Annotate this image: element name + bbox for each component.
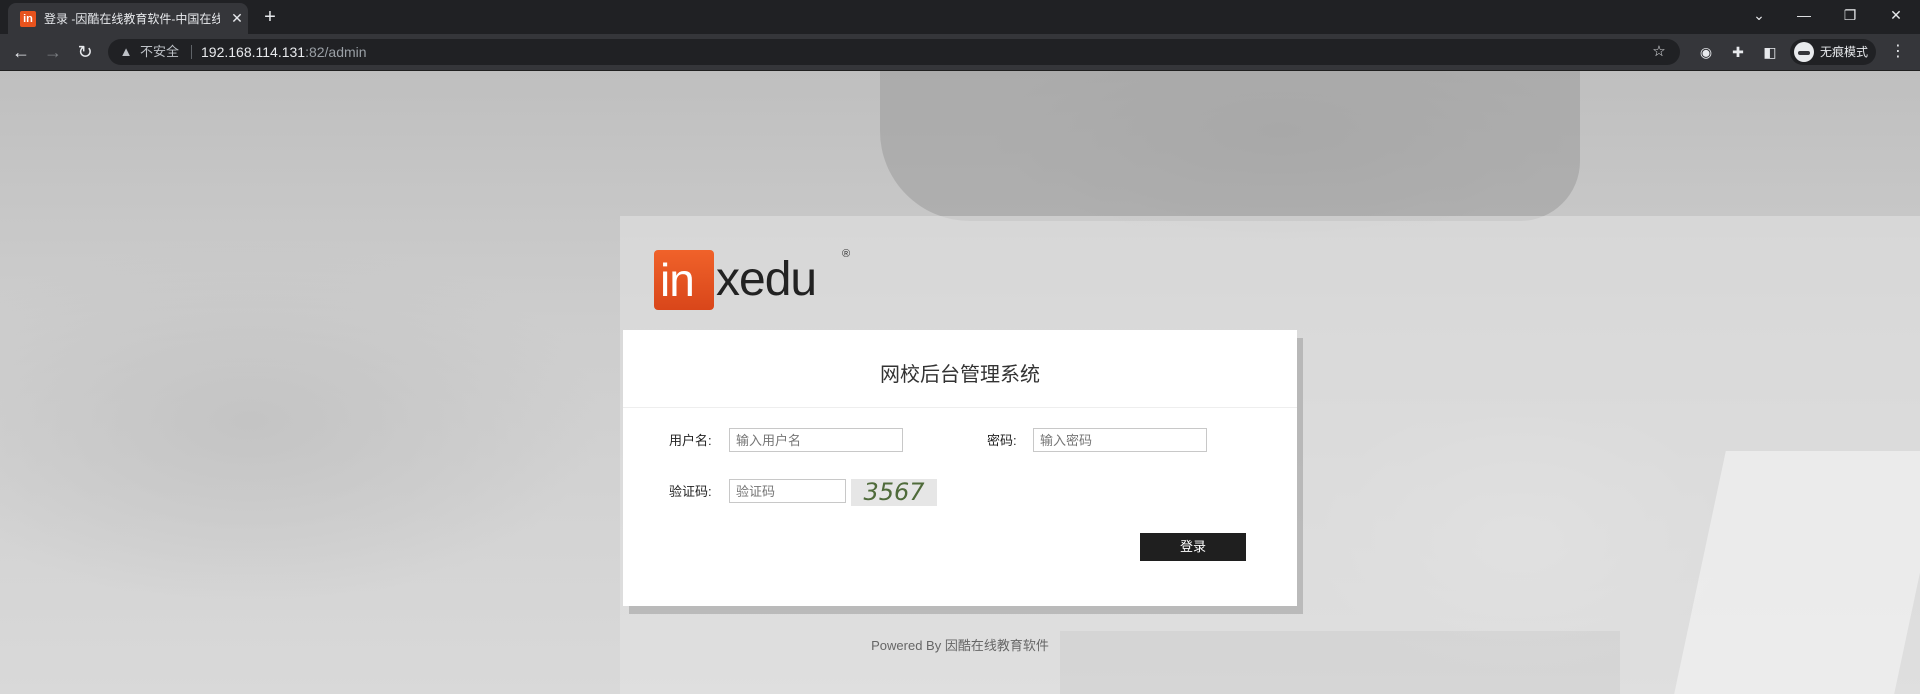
login-page: in xedu ® 网校后台管理系统 用户名: 密码: 验证码: 3567 登录…	[0, 71, 1920, 694]
footer-powered-by: Powered By 因酷在线教育软件	[871, 638, 1049, 653]
url-path: :82/admin	[305, 44, 367, 60]
logo-in-text: in	[660, 254, 695, 306]
security-label[interactable]: 不安全	[140, 44, 179, 60]
url-text[interactable]: 192.168.114.131:82/admin	[201, 44, 367, 60]
close-tab-icon[interactable]: ✕	[228, 9, 246, 27]
card-divider	[623, 407, 1297, 408]
minimize-icon[interactable]: —	[1784, 4, 1824, 26]
browser-toolbar: ← → ↻ ▲ 不安全 192.168.114.131:82/admin ☆ ◉…	[0, 34, 1920, 71]
tab-title: 登录 -因酷在线教育软件-中国在线教育软件	[44, 12, 220, 26]
warning-icon[interactable]: ▲	[118, 44, 134, 60]
captcha-label: 验证码:	[669, 484, 712, 499]
logo-orange-box: in	[654, 250, 714, 310]
password-label: 密码:	[987, 433, 1017, 448]
forward-icon[interactable]: →	[41, 40, 65, 64]
side-panel-icon[interactable]: ◧	[1760, 42, 1780, 62]
incognito-icon	[1794, 42, 1814, 62]
background-photo-shirt	[880, 71, 1580, 221]
login-button[interactable]: 登录	[1140, 533, 1246, 561]
address-separator	[191, 45, 192, 59]
browser-menu-icon[interactable]: ⋮	[1888, 42, 1908, 62]
bookmark-star-icon[interactable]: ☆	[1650, 43, 1668, 61]
inxedu-logo: in xedu ®	[654, 248, 854, 312]
back-icon[interactable]: ←	[9, 40, 33, 64]
password-input[interactable]	[1033, 428, 1207, 452]
login-title: 网校后台管理系统	[880, 364, 1040, 386]
address-bar[interactable]: ▲ 不安全 192.168.114.131:82/admin ☆	[108, 39, 1680, 65]
incognito-button[interactable]: 无痕模式	[1790, 39, 1876, 65]
extensions-puzzle-icon[interactable]: ✚	[1728, 42, 1748, 62]
logo-xedu-text: xedu	[716, 253, 817, 306]
restore-icon[interactable]: ❐	[1830, 4, 1870, 26]
username-label: 用户名:	[669, 433, 712, 448]
reload-icon[interactable]: ↻	[73, 40, 97, 64]
new-tab-icon[interactable]: +	[258, 6, 282, 28]
username-input[interactable]	[729, 428, 903, 452]
logo-registered-mark: ®	[842, 248, 851, 260]
extension-circle-icon[interactable]: ◉	[1696, 42, 1716, 62]
tab-search-icon[interactable]: ⌄	[1739, 4, 1779, 26]
site-favicon-icon: in	[20, 11, 36, 27]
captcha-input[interactable]	[729, 479, 846, 503]
captcha-image[interactable]: 3567	[851, 479, 937, 506]
url-host: 192.168.114.131	[201, 44, 306, 60]
browser-tab[interactable]: in 登录 -因酷在线教育软件-中国在线教育软件 ✕	[8, 3, 248, 34]
close-window-icon[interactable]: ✕	[1876, 4, 1916, 26]
incognito-label: 无痕模式	[1820, 45, 1869, 59]
login-card: 网校后台管理系统 用户名: 密码: 验证码: 3567 登录	[623, 330, 1297, 606]
browser-tabbar: in 登录 -因酷在线教育软件-中国在线教育软件 ✕ + ⌄ — ❐ ✕	[0, 0, 1920, 34]
